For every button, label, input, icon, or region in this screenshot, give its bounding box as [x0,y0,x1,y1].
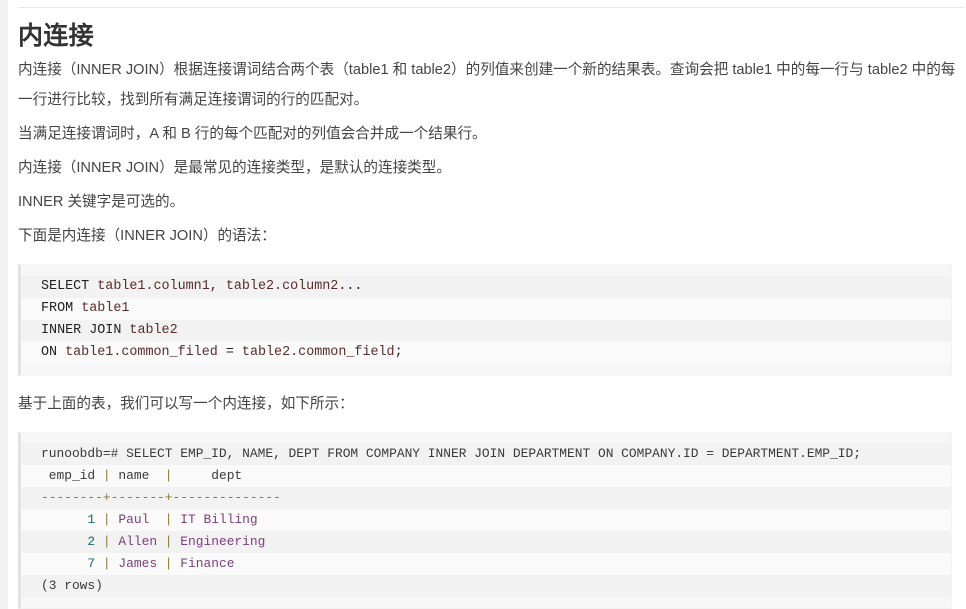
mid-paragraph: 基于上面的表，我们可以写一个内连接，如下所示： [18,396,354,412]
code-line: 1 | Paul | IT Billing [21,509,951,531]
code-token: Allen [110,534,165,549]
code-token: SELECT [41,279,98,294]
code-line: (3 rows) [21,575,951,597]
code-token: IT Billing [172,512,258,527]
code-token: dept [172,468,243,483]
code-token: , [209,279,226,294]
sql-syntax-code-block[interactable]: SELECT table1.column1, table2.column2...… [18,264,952,376]
code-line: SELECT table1.column1, table2.column2... [21,276,951,298]
paragraph-2: 当满足连接谓词时，A 和 B 行的每个匹配对的列值会合并成一个结果行。 [18,126,487,142]
code-token: (3 rows) [41,578,103,593]
paragraph-5: 下面是内连接（INNER JOIN）的语法： [18,228,276,244]
code-token: table1 [81,301,130,316]
paragraph-1: 内连接（INNER JOIN）根据连接谓词结合两个表（table1 和 tabl… [18,62,956,108]
code-token: Engineering [172,534,266,549]
code-token: + [164,490,173,505]
code-line: 2 | Allen | Engineering [21,531,951,553]
code-line: --------+-------+-------------- [21,487,951,509]
psql-terminal-output-code-block[interactable]: runoobdb=# SELECT EMP_ID, NAME, DEPT FRO… [18,432,952,609]
left-gutter-strip [0,0,8,609]
code-token: -------- [41,490,103,505]
code-token: Paul [110,512,165,527]
top-divider [18,7,964,8]
code-token: James [110,556,165,571]
code-token: INNER JOIN [41,323,130,338]
code-token: | [164,534,173,549]
code-token: + [102,490,111,505]
code-line: runoobdb=# SELECT EMP_ID, NAME, DEPT FRO… [21,443,951,465]
code-token: = [217,345,242,360]
code-token: table1.common_filed [65,345,218,360]
paragraph-4: INNER 关键字是可选的。 [18,194,185,210]
code-token: ; [394,345,403,360]
page-title: 内连接 [18,22,94,50]
code-token: Finance [172,556,235,571]
code-line: 7 | James | Finance [21,553,951,575]
code-token: | [164,512,173,527]
code-token: 1 [41,512,103,527]
code-token: table2.common_field [241,345,395,360]
code-line: INNER JOIN table2 [21,320,951,342]
code-line: ON table1.common_filed = table2.common_f… [21,342,951,364]
code-token: 7 [41,556,103,571]
code-token: ON [41,345,66,360]
code-line: FROM table1 [21,298,951,320]
code-token: table1.column1 [97,279,210,294]
code-token: -------------- [172,490,281,505]
code-token: | [102,534,111,549]
code-token: table2.column2 [225,279,339,294]
code-token: runoobdb=# SELECT EMP_ID, NAME, DEPT FRO… [41,446,861,461]
code-token: FROM [41,301,82,316]
page-container: 内连接 内连接（INNER JOIN）根据连接谓词结合两个表（table1 和 … [8,0,966,609]
paragraph-3: 内连接（INNER JOIN）是最常见的连接类型，是默认的连接类型。 [18,160,451,176]
code-token: | [164,556,173,571]
code-token: name [110,468,165,483]
code-line: emp_id | name | dept [21,465,951,487]
code-token: 2 [41,534,103,549]
code-token: | [102,556,111,571]
code-token: | [164,468,173,483]
code-token: table2 [129,323,178,338]
code-token: | [102,512,111,527]
code-token: ... [338,279,363,294]
code-token: | [102,468,111,483]
article-content: 内连接 内连接（INNER JOIN）根据连接谓词结合两个表（table1 和 … [8,7,966,609]
code-token: emp_id [41,468,103,483]
code-token: ------- [110,490,165,505]
